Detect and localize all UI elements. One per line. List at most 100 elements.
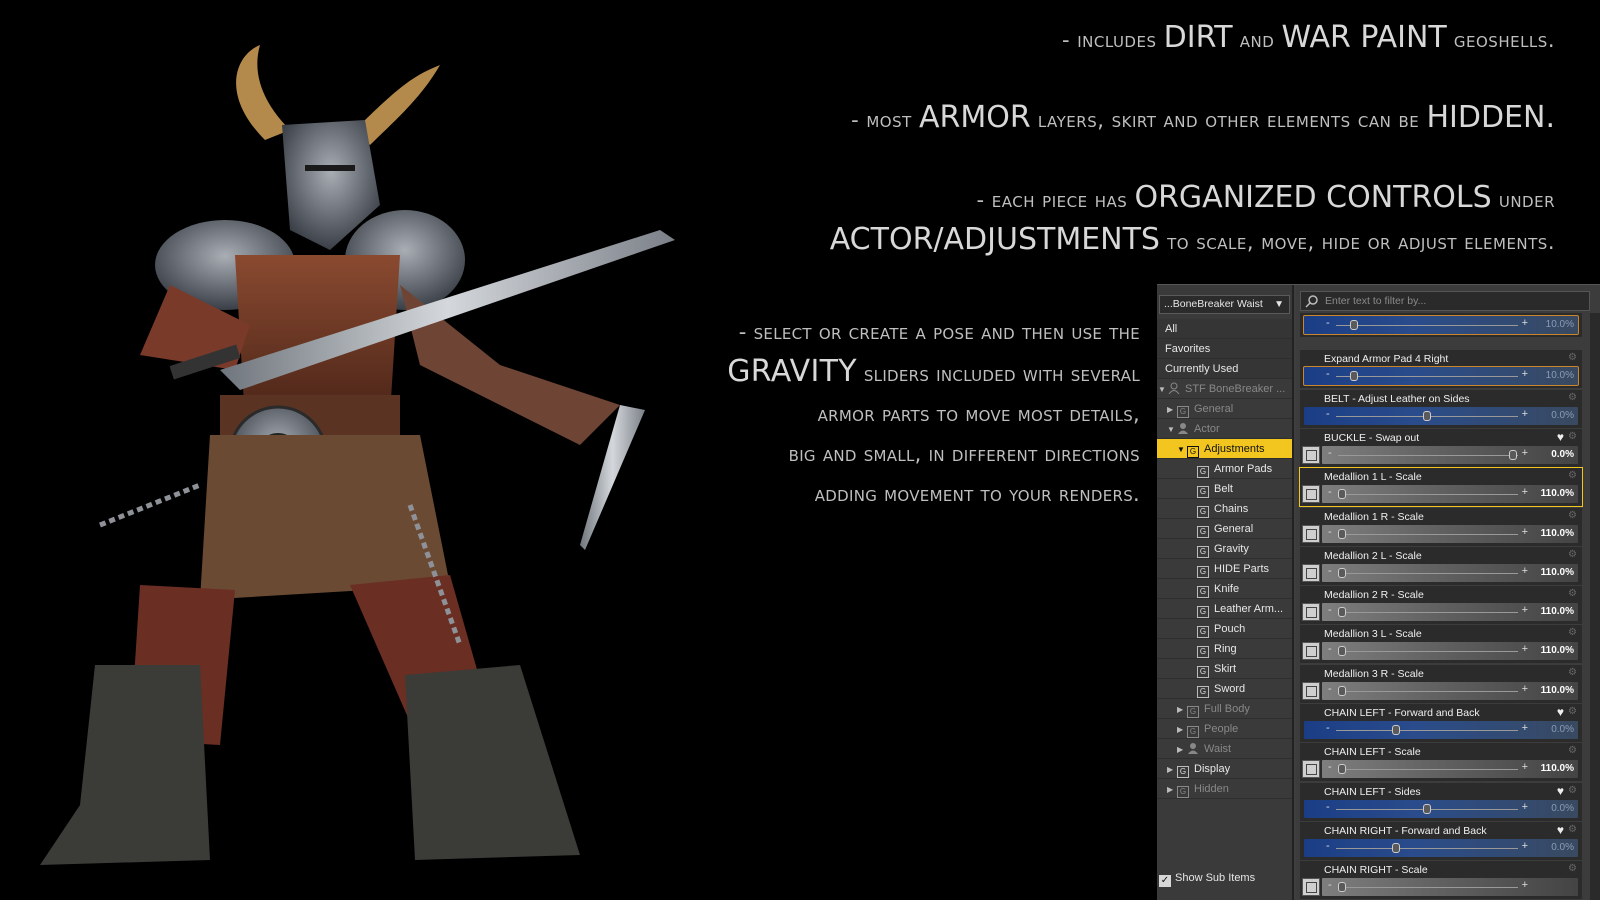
gear-icon[interactable]: ⚙	[1568, 824, 1579, 835]
property-scrollbar[interactable]	[1590, 313, 1600, 900]
show-sub-items-checkbox[interactable]: ✓ Show Sub Items	[1159, 872, 1255, 887]
slider-knob[interactable]	[1350, 320, 1359, 330]
slider-knob[interactable]	[1337, 764, 1346, 775]
property-slider[interactable]: - +0.0%	[1304, 721, 1578, 739]
increment-icon[interactable]: +	[1522, 604, 1528, 616]
heart-icon[interactable]: ♥	[1557, 823, 1564, 837]
property-row[interactable]: Medallion 3 L - Scale ⚙ - +110.0%	[1300, 625, 1582, 664]
decrement-icon[interactable]: -	[1328, 643, 1332, 655]
property-slider[interactable]: - +	[1322, 878, 1578, 897]
property-row[interactable]: CHAIN RIGHT - Scale ⚙ - +	[1300, 861, 1582, 900]
property-row[interactable]: Medallion 3 R - Scale ⚙ - +110.0%	[1300, 664, 1582, 703]
increment-icon[interactable]: +	[1522, 683, 1528, 695]
increment-icon[interactable]: +	[1522, 486, 1528, 498]
property-row[interactable]: ⚙-+10.0%	[1300, 313, 1582, 337]
increment-icon[interactable]: +	[1522, 761, 1528, 773]
property-slider[interactable]: - +110.0%	[1322, 760, 1578, 779]
slider-value[interactable]: 0.0%	[1551, 724, 1574, 735]
increment-icon[interactable]: +	[1522, 447, 1528, 459]
tree-item-people[interactable]: ▶ G People	[1157, 719, 1292, 739]
tree-item-child[interactable]: G Pouch	[1157, 619, 1292, 639]
tree-item-actor[interactable]: ▼ Actor	[1157, 419, 1292, 439]
property-row[interactable]: CHAIN LEFT - Sides ⚙ ♥ - +0.0%	[1300, 782, 1582, 821]
slider-value[interactable]: 110.0%	[1541, 567, 1574, 578]
slider-knob[interactable]	[1337, 685, 1346, 696]
tree-item-child[interactable]: G Leather Arm...	[1157, 599, 1292, 619]
gear-icon[interactable]: ⚙	[1568, 352, 1579, 363]
tree-item-child[interactable]: G Chains	[1157, 499, 1292, 519]
filter-input[interactable]: Enter text to filter by...	[1300, 291, 1590, 311]
property-slider[interactable]: - +110.0%	[1322, 681, 1578, 700]
gear-icon[interactable]: ⚙	[1568, 510, 1579, 521]
increment-icon[interactable]: +	[1522, 526, 1528, 538]
slider-knob[interactable]	[1423, 410, 1431, 421]
property-slider[interactable]: - +10.0%	[1303, 315, 1579, 335]
property-slider[interactable]: - +110.0%	[1322, 563, 1578, 582]
tree-item-general[interactable]: ▶ G General	[1157, 399, 1292, 419]
gear-icon[interactable]: ⚙	[1568, 392, 1579, 403]
property-slider[interactable]: - +0.0%	[1304, 406, 1578, 425]
property-slider[interactable]: - +0.0%	[1304, 838, 1578, 857]
gear-icon[interactable]: ⚙	[1568, 706, 1579, 717]
slider-knob[interactable]	[1508, 449, 1517, 460]
property-row[interactable]: Medallion 1 R - Scale ⚙ - +110.0%	[1300, 507, 1582, 546]
gear-icon[interactable]: ⚙	[1568, 863, 1579, 874]
slider-value[interactable]: 0.0%	[1551, 803, 1574, 814]
slider-value[interactable]: 110.0%	[1541, 606, 1574, 617]
slider-knob[interactable]	[1337, 607, 1346, 618]
increment-icon[interactable]: +	[1522, 565, 1528, 577]
decrement-icon[interactable]: -	[1328, 879, 1332, 891]
tree-item-child[interactable]: G Sword	[1157, 679, 1292, 699]
lock-icon[interactable]	[1302, 878, 1320, 897]
decrement-icon[interactable]: -	[1326, 317, 1330, 329]
gear-icon[interactable]: ⚙	[1568, 588, 1579, 599]
increment-icon[interactable]: +	[1522, 317, 1528, 329]
decrement-icon[interactable]: -	[1328, 486, 1332, 498]
property-slider[interactable]: - +0.0%	[1322, 445, 1578, 464]
decrement-icon[interactable]: -	[1326, 368, 1330, 380]
gear-icon[interactable]: ⚙	[1568, 549, 1579, 560]
property-slider[interactable]: - +0.0%	[1304, 799, 1578, 818]
slider-knob[interactable]	[1337, 489, 1346, 500]
increment-icon[interactable]: +	[1522, 368, 1528, 380]
decrement-icon[interactable]: -	[1328, 565, 1332, 577]
property-row[interactable]: BUCKLE - Swap out ⚙ ♥ - +0.0%	[1300, 428, 1582, 467]
tree-item-adjustments[interactable]: ▼ G Adjustments	[1157, 439, 1292, 459]
decrement-icon[interactable]: -	[1326, 722, 1330, 734]
tree-item-root[interactable]: ▼ STF BoneBreaker ...	[1157, 379, 1292, 399]
slider-value[interactable]: 0.0%	[1551, 410, 1574, 421]
property-row[interactable]: CHAIN RIGHT - Forward and Back ⚙ ♥ - +0.0%	[1300, 821, 1582, 860]
slider-value[interactable]: 10.0%	[1546, 319, 1574, 330]
property-slider[interactable]: - +110.0%	[1322, 603, 1578, 622]
decrement-icon[interactable]: -	[1328, 683, 1332, 695]
tree-item-currently-used[interactable]: Currently Used	[1157, 359, 1292, 379]
property-slider[interactable]: - +110.0%	[1322, 524, 1578, 543]
increment-icon[interactable]: +	[1522, 722, 1528, 734]
tree-item-all[interactable]: All	[1157, 319, 1292, 339]
gear-icon[interactable]: ⚙	[1568, 667, 1579, 678]
gear-icon[interactable]: ⚙	[1568, 431, 1579, 442]
slider-value[interactable]: 110.0%	[1541, 488, 1574, 499]
slider-knob[interactable]	[1392, 842, 1401, 853]
decrement-icon[interactable]: -	[1326, 408, 1330, 420]
tree-item-favorites[interactable]: Favorites	[1157, 339, 1292, 359]
slider-value[interactable]: 110.0%	[1541, 528, 1574, 539]
lock-icon[interactable]	[1302, 445, 1320, 464]
slider-value[interactable]: 110.0%	[1541, 645, 1574, 656]
property-row[interactable]: CHAIN LEFT - Forward and Back ⚙ ♥ - +0.0%	[1300, 704, 1582, 742]
decrement-icon[interactable]: -	[1328, 526, 1332, 538]
property-row[interactable]: Medallion 1 L - Scale ⚙ - +110.0%	[1299, 467, 1583, 508]
lock-icon[interactable]	[1302, 563, 1320, 582]
property-row[interactable]: Medallion 2 L - Scale ⚙ - +110.0%	[1300, 546, 1582, 585]
tree-item-child[interactable]: G Knife	[1157, 579, 1292, 599]
slider-knob[interactable]	[1423, 803, 1431, 814]
decrement-icon[interactable]: -	[1326, 840, 1330, 852]
tree-item-child[interactable]: G Ring	[1157, 639, 1292, 659]
tree-item-full-body[interactable]: ▶ G Full Body	[1157, 699, 1292, 719]
slider-knob[interactable]	[1337, 646, 1346, 657]
property-row[interactable]: Medallion 2 R - Scale ⚙ - +110.0%	[1300, 586, 1582, 625]
lock-icon[interactable]	[1302, 642, 1320, 661]
tree-item-waist[interactable]: ▶ Waist	[1157, 739, 1292, 759]
slider-value[interactable]: 0.0%	[1551, 449, 1574, 460]
tree-item-child[interactable]: G Armor Pads	[1157, 459, 1292, 479]
